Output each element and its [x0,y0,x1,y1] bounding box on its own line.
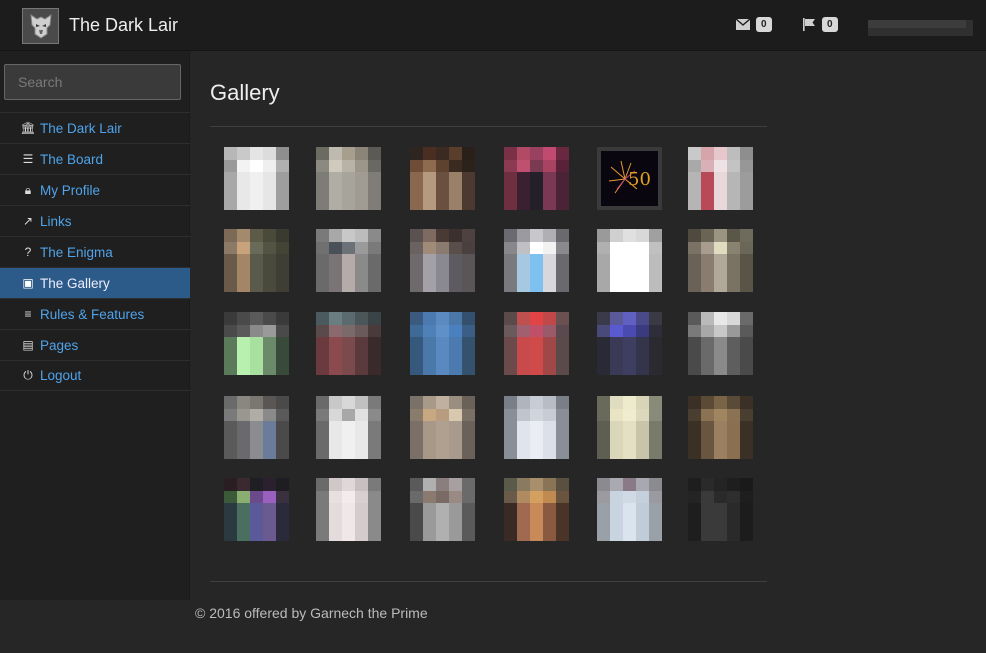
envelope-icon [736,19,750,30]
sidebar-menu: 🏛︎ The Dark Lair ☰ The Board 🔒︎ My Profile ↗ Li… [0,112,190,391]
sidebar-item-pages[interactable]: ▤ Pages [0,329,190,360]
gallery-thumbnail[interactable] [224,478,289,541]
page-title: Gallery [210,80,280,105]
search-input[interactable] [4,64,181,100]
sidebar-item-label: Pages [40,337,79,353]
bank-icon: 🏛︎ [20,121,36,135]
sidebar-item-label: The Board [40,151,104,167]
gallery-thumbnail[interactable] [597,312,662,375]
flags-count-badge: 0 [822,17,838,32]
gallery-grid: 50 [210,139,770,559]
sidebar-item-links[interactable]: ↗ Links [0,205,190,236]
top-navbar: The Dark Lair 0 0 [0,0,986,51]
gallery-thumbnail[interactable] [316,229,381,292]
footer [0,600,986,653]
gallery-thumbnail[interactable] [316,478,381,541]
gallery-thumbnail[interactable] [504,229,569,292]
messages-count-badge: 0 [756,17,772,32]
gallery-thumbnail[interactable] [504,312,569,375]
list-icon: ☰ [22,152,34,166]
sidebar-item-label: Links [40,213,72,229]
user-menu[interactable] [868,20,973,36]
gallery-thumbnail[interactable] [504,147,569,210]
lock-icon: 🔒︎ [24,182,32,197]
sidebar-item-my-profile[interactable]: 🔒︎ My Profile [0,174,190,205]
svg-text:50: 50 [628,169,651,190]
brand-title[interactable]: The Dark Lair [69,15,178,36]
sidebar-item-the-gallery[interactable]: ▣ The Gallery [0,267,190,298]
file-text-icon: ▤ [22,338,34,352]
divider-bottom [210,581,767,582]
sidebar-item-label: The Dark Lair [40,120,122,136]
flag-icon [803,18,815,31]
sidebar-item-label: Logout [40,368,82,383]
power-icon: ⏻ [23,368,33,382]
sidebar-item-label: The Gallery [40,275,110,291]
gallery-thumbnail[interactable] [316,147,381,210]
sidebar-item-label: My Profile [40,182,101,198]
gallery-thumbnail[interactable] [688,229,753,292]
gallery-thumbnail[interactable] [410,312,475,375]
gallery-thumbnail[interactable] [688,396,753,459]
copyright-text: © 2016 offered by Garnech the Prime [195,605,428,621]
gallery-thumbnail[interactable] [410,229,475,292]
gallery-thumbnail[interactable] [316,396,381,459]
gallery-thumbnail[interactable] [224,396,289,459]
gallery-thumbnail[interactable] [597,396,662,459]
gallery-thumbnail[interactable] [688,478,753,541]
sidebar: 🏛︎ The Dark Lair ☰ The Board 🔒︎ My Profile ↗ Li… [0,51,190,600]
gallery-thumbnail[interactable] [224,229,289,292]
gallery-thumbnail[interactable] [224,312,289,375]
gallery-thumbnail[interactable] [688,312,753,375]
ordered-list-icon: ≡ [24,307,32,321]
gallery-thumbnail[interactable] [504,396,569,459]
sidebar-item-logout[interactable]: ⏻ Logout [0,360,190,391]
gallery-thumbnail[interactable] [504,478,569,541]
sidebar-item-rules-features[interactable]: ≡ Rules & Features [0,298,190,329]
messages-button[interactable]: 0 [736,17,772,32]
sidebar-item-label: The Enigma [40,244,113,260]
sidebar-item-label: Rules & Features [40,306,145,322]
fireworks-image: 50 [601,151,658,206]
image-icon: ▣ [22,276,34,290]
gallery-thumbnail[interactable]: 50 [597,147,662,210]
gallery-thumbnail[interactable] [597,478,662,541]
gallery-thumbnail[interactable] [316,312,381,375]
external-link-icon: ↗ [22,214,34,228]
gallery-thumbnail[interactable] [410,396,475,459]
sidebar-item-the-enigma[interactable]: ? The Enigma [0,236,190,267]
divider-top [210,126,767,127]
gallery-thumbnail[interactable] [597,229,662,292]
question-icon: ? [24,245,32,259]
flags-button[interactable]: 0 [803,17,838,32]
sidebar-item-the-dark-lair[interactable]: 🏛︎ The Dark Lair [0,112,190,143]
sidebar-item-the-board[interactable]: ☰ The Board [0,143,190,174]
gallery-thumbnail[interactable] [224,147,289,210]
autobot-logo-icon[interactable] [22,8,59,44]
gallery-thumbnail[interactable] [688,147,753,210]
gallery-thumbnail[interactable] [410,147,475,210]
gallery-thumbnail[interactable] [410,478,475,541]
